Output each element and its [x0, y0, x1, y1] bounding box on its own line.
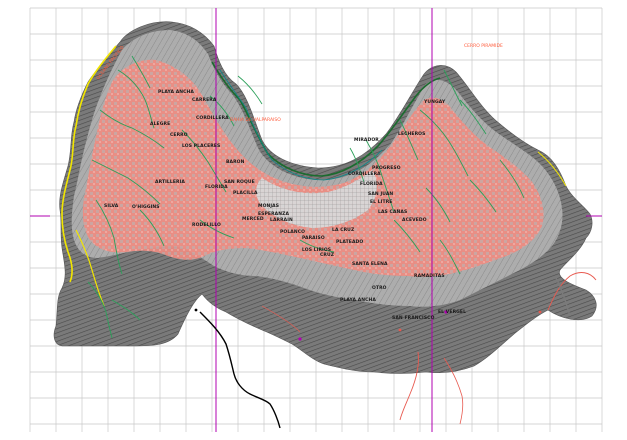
- label-plateado: PLATEADO: [336, 240, 364, 245]
- label-el-litre: EL LITRE: [370, 200, 393, 205]
- label-san-juan: SAN JUAN: [368, 192, 394, 197]
- label-el-vergel: EL VERGEL: [438, 310, 467, 315]
- label-merced: MERCED: [242, 217, 264, 222]
- label-cruz: CRUZ: [320, 253, 335, 258]
- label-playa-ancha: PLAYA ANCHA: [158, 90, 194, 95]
- label-san-roque: SAN ROQUE: [224, 180, 255, 185]
- label-lecheros: LECHEROS: [398, 132, 426, 137]
- label-artilleria: ARTILLERIA: [155, 180, 185, 185]
- label-progreso: PROGRESO: [372, 166, 401, 171]
- label-ramaditas: RAMADITAS: [414, 274, 445, 279]
- label-playa-ancha-south: PLAYA ANCHA: [340, 298, 376, 303]
- label-alegre: ALEGRE: [150, 122, 171, 127]
- label-florida: FLORIDA: [205, 185, 228, 190]
- label-hill: CERRO PIRAMIDE: [464, 44, 503, 49]
- label-placilla: PLACILLA: [233, 191, 258, 196]
- label-larrain: LARRAIN: [270, 218, 293, 223]
- label-cordillera-east: CORDILLERA: [348, 172, 381, 177]
- label-santa-elena: SANTA ELENA: [352, 262, 388, 267]
- label-polanco: POLANCO: [280, 230, 306, 235]
- label-otro: OTRO: [372, 286, 387, 291]
- label-ohiggins: O'HIGGINS: [132, 205, 160, 210]
- label-cordillera: CORDILLERA: [196, 116, 229, 121]
- label-silva: SILVA: [104, 204, 119, 209]
- label-rodelillo: RODELILLO: [192, 223, 221, 228]
- label-paraiso: PARAISO: [302, 236, 325, 241]
- label-cerro: CERRO: [170, 133, 188, 138]
- label-los-placeres: LOS PLACERES: [182, 144, 221, 149]
- label-carrera: CARRERA: [192, 98, 217, 103]
- city-map: [29, 7, 603, 432]
- label-san-francisco: SAN FRANCISCO: [392, 316, 435, 321]
- label-monjas: MONJAS: [258, 204, 280, 209]
- label-bay: BAHIA DE VALPARAISO: [230, 118, 281, 123]
- label-mirador: MIRADOR: [354, 138, 379, 143]
- label-baron: BARON: [226, 160, 245, 165]
- label-las-canas: LAS CAÑAS: [378, 210, 408, 215]
- label-acevedo: ACEVEDO: [402, 218, 427, 223]
- label-yungay: YUNGAY: [424, 100, 446, 105]
- label-florida-east: FLORIDA: [360, 182, 383, 187]
- label-la-cruz: LA CRUZ: [332, 228, 355, 233]
